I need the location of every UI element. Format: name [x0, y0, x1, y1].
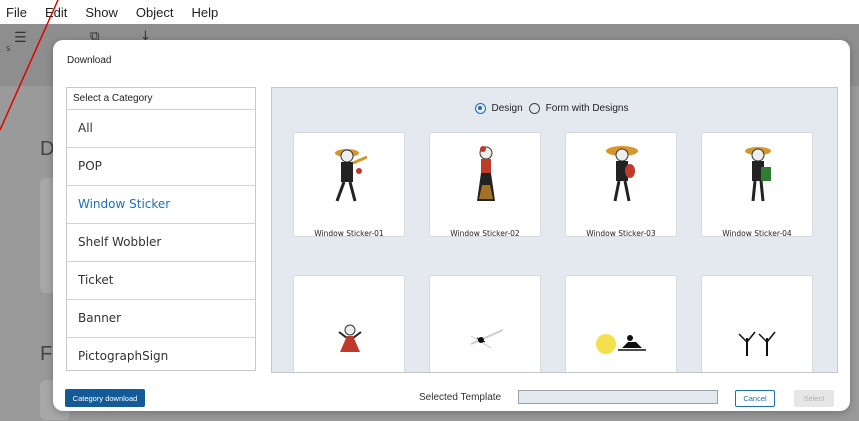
toolbar-partial-label: S [6, 45, 11, 53]
menu-file[interactable]: File [6, 5, 27, 20]
menu-help[interactable]: Help [191, 5, 218, 20]
design-card-window-sticker-01[interactable]: Window Sticker-01 [293, 132, 405, 238]
menu-bar: File Edit Show Object Help [0, 0, 859, 24]
download-dialog: Download Select a Category All POP Windo… [53, 40, 850, 411]
category-item-window-sticker[interactable]: Window Sticker [67, 186, 255, 224]
category-item-all[interactable]: All [67, 110, 255, 148]
category-item-shelf-wobbler[interactable]: Shelf Wobbler [67, 224, 255, 262]
radio-form-with-designs[interactable]: Form with Designs [528, 103, 629, 114]
design-card[interactable] [429, 275, 541, 372]
background-heading-f: F [40, 343, 53, 365]
design-card-label: Window Sticker-02 [450, 229, 520, 238]
mariachi-accordion-icon [745, 147, 771, 202]
menu-show[interactable]: Show [85, 5, 118, 20]
design-card-window-sticker-02[interactable]: Window Sticker-02 [429, 132, 541, 238]
design-card[interactable] [565, 275, 677, 372]
radio-design-label: Design [491, 103, 523, 114]
design-type-radio-group: Design Form with Designs [272, 103, 837, 114]
category-download-button[interactable]: Category download [65, 389, 145, 407]
bare-trees-icon [738, 331, 776, 356]
design-card-window-sticker-03[interactable]: Window Sticker-03 [565, 132, 677, 238]
menu-object[interactable]: Object [136, 5, 174, 20]
category-item-pop[interactable]: POP [67, 148, 255, 186]
dialog-title: Download [67, 55, 112, 66]
radio-design-button[interactable] [474, 103, 486, 114]
mariachi-trumpet-icon [335, 149, 368, 202]
mariachi-guitar-icon [606, 146, 638, 202]
design-card[interactable] [293, 275, 405, 372]
moon-witch-icon [596, 334, 646, 354]
selected-template-label: Selected Template [419, 392, 502, 403]
design-card-label: Window Sticker-04 [722, 229, 792, 238]
radio-design[interactable]: Design [474, 103, 523, 114]
radio-form-with-designs-button[interactable] [528, 103, 540, 114]
catrina-dancer-icon [338, 324, 362, 352]
category-item-banner[interactable]: Banner [67, 300, 255, 338]
design-card-window-sticker-04[interactable]: Window Sticker-04 [701, 132, 813, 238]
select-button[interactable]: Select [794, 390, 834, 407]
selected-template-field [518, 390, 718, 404]
cancel-button[interactable]: Cancel [735, 390, 775, 407]
hamburger-menu-icon[interactable]: ☰ [14, 30, 27, 46]
category-header: Select a Category [67, 88, 255, 110]
spider-web-icon [470, 329, 504, 349]
category-item-ticket[interactable]: Ticket [67, 262, 255, 300]
category-panel: Select a Category All POP Window Sticker… [66, 87, 256, 371]
design-card[interactable] [701, 275, 813, 372]
category-item-pictograph-sign[interactable]: PictographSign [67, 338, 255, 375]
design-card-label: Window Sticker-03 [586, 229, 656, 238]
radio-form-with-designs-label: Form with Designs [545, 103, 629, 114]
design-card-label: Window Sticker-01 [314, 229, 384, 238]
catrina-dress-icon [477, 146, 495, 201]
menu-edit[interactable]: Edit [45, 5, 67, 20]
design-panel: Design Form with Designs Window Sticker-… [271, 87, 838, 373]
